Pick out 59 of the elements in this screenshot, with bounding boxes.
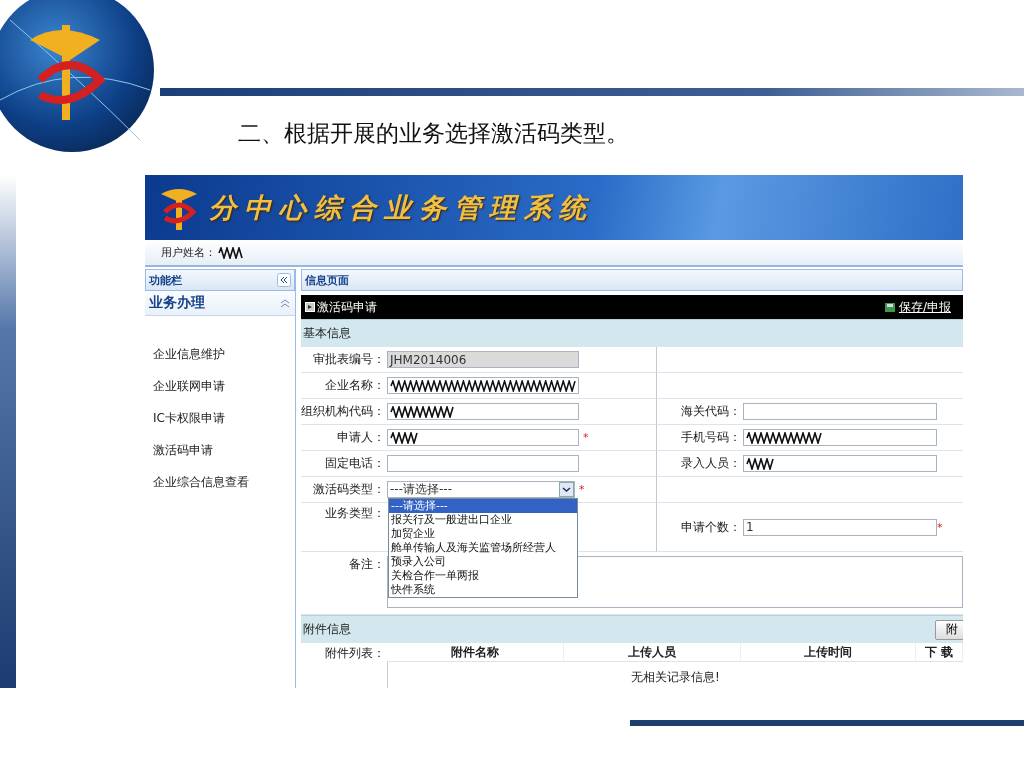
field-label: 业务类型： [325,505,385,522]
required-mark: * [937,520,943,534]
notes-field[interactable] [387,556,963,608]
input-field[interactable] [387,455,579,472]
field-label: 海关代码： [681,403,741,420]
sidebar-item[interactable]: 企业联网申请 [153,370,295,402]
sidebar-item[interactable]: 企业综合信息查看 [153,466,295,498]
field-label: 固定电话： [325,455,385,472]
input-field[interactable] [743,455,937,472]
column-header: 附件名称 [387,643,564,662]
column-header: 下 载 [916,643,963,662]
required-mark: * [579,483,585,496]
field-label: 申请人： [337,429,385,446]
field-label: 组织机构代码： [301,403,385,420]
field-label: 审批表编号： [313,351,385,368]
accordion-header[interactable]: 业务办理 [145,291,295,316]
dropdown-option[interactable]: 舱单传输人及海关监管场所经营人 [389,541,577,555]
field-label: 激活码类型： [313,481,385,498]
attach-button[interactable]: 附 [935,619,963,640]
field-label: 录入人员： [681,455,741,472]
save-link[interactable]: 保存/申报 [884,298,951,316]
input-field[interactable] [387,429,579,446]
user-name-label: 用户姓名： [161,245,216,260]
input-field[interactable] [743,429,937,446]
dropdown-option[interactable]: ---请选择--- [389,499,577,513]
select-field[interactable]: ---请选择--- [387,481,575,498]
toolbar-title: 激活码申请 [317,298,377,316]
field-label: 企业名称： [325,377,385,394]
column-header: 上传人员 [564,643,741,662]
empty-message: 无相关记录信息! [387,662,963,688]
dropdown-option[interactable]: 加贸企业 [389,527,577,541]
chevron-up-icon [279,297,291,309]
input-field[interactable]: 1 [743,518,937,536]
slide-title: 二、根据开展的业务选择激活码类型。 [238,119,630,148]
dropdown-option[interactable]: 关检合作一单两报 [389,569,577,583]
input-field[interactable]: JHM2014006 [387,351,579,368]
sidebar-item[interactable]: IC卡权限申请 [153,402,295,434]
column-header: 上传时间 [741,643,916,662]
dropdown-option[interactable]: 快件系统 [389,583,577,597]
dropdown-option[interactable]: 报关行及一般进出口企业 [389,513,577,527]
input-field[interactable] [743,403,937,420]
section-title: 附件信息 [303,621,351,638]
field-label: 手机号码： [681,429,741,446]
dropdown-option[interactable]: 预录入公司 [389,555,577,569]
panel-title: 信息页面 [305,272,349,288]
sidebar-item[interactable]: 激活码申请 [153,434,295,466]
section-title: 基本信息 [303,325,351,342]
accordion-title: 业务办理 [149,294,205,312]
sidebar-item[interactable]: 企业信息维护 [153,338,295,370]
collapse-icon[interactable] [277,273,291,287]
field-label: 附件列表： [325,645,385,662]
panel-title: 功能栏 [149,272,182,288]
field-label: 申请个数： [681,518,741,536]
app-title: 分中心综合业务管理系统 [209,190,594,225]
required-mark: * [583,431,589,444]
save-icon [884,302,895,312]
field-label: 备注： [349,556,385,573]
input-field[interactable] [387,403,579,420]
form-icon [305,302,315,312]
